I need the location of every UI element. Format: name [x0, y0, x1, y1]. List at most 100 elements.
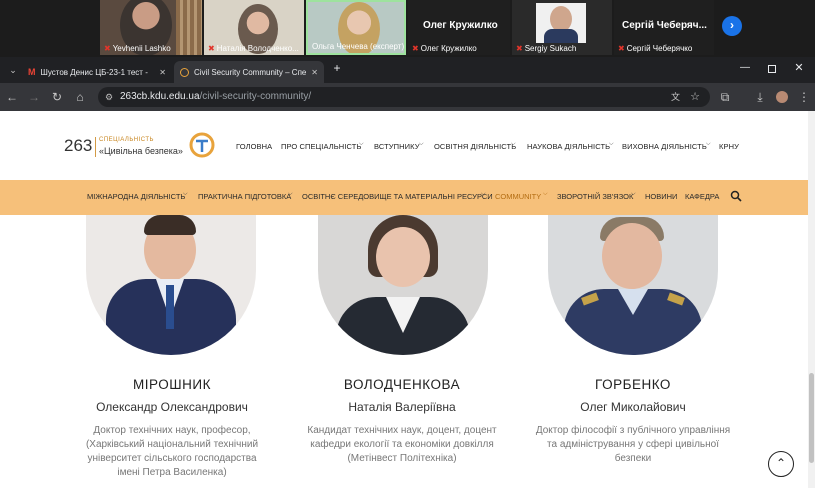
bio-line: (Метінвест Політехніка) — [347, 453, 457, 464]
participant-name: Наталія Володченко... — [216, 44, 299, 53]
scroll-to-top-button[interactable]: ⌃ — [768, 451, 794, 477]
chevron-down-icon: ⌵ — [288, 191, 293, 197]
participant-name: Ольга Ченчева (експерт) — [312, 42, 405, 51]
kebab-menu-icon[interactable]: ⋮ — [796, 89, 812, 105]
chevron-down-icon: ⌵ — [183, 191, 188, 197]
avatar[interactable] — [776, 91, 788, 103]
bookshelf — [176, 0, 202, 55]
bio-line: Доктор технічних наук, професор, — [93, 425, 251, 436]
site-icon — [180, 67, 189, 77]
chevron-right-icon[interactable]: › — [722, 16, 742, 36]
menu-upbringing[interactable]: ВИХОВНА ДІЯЛЬНІСТЬ — [622, 142, 707, 151]
close-window-icon[interactable]: ✕ — [792, 61, 806, 75]
menu-krnu[interactable]: КРНУ — [719, 142, 739, 151]
chevron-down-icon: ⌵ — [511, 141, 516, 147]
url-host: 263cb.kdu.edu.ua — [120, 91, 200, 102]
participant-tile[interactable]: ✖ Наталія Володченко... — [204, 0, 304, 55]
download-icon[interactable]: ⤓ — [752, 89, 768, 105]
browser-tab[interactable]: M Шустов Денис ЦБ-23-1 тест - ✕ — [22, 61, 172, 83]
site-logo[interactable]: 263 СПЕЦІАЛЬНІСТЬ «Цивільна безпека» — [64, 129, 216, 161]
bio-line: імені Петра Василенка) — [117, 467, 227, 478]
menu-education[interactable]: ОСВІТНЯ ДІЯЛЬНІСТЬ — [434, 142, 516, 151]
maximize-icon[interactable] — [768, 65, 776, 73]
video-call-strip: ✖ Yevhenii Lashko ✖ Наталія Володченко... … — [0, 0, 815, 57]
site-info-icon[interactable]: ⚙ — [105, 87, 113, 107]
person-photo — [318, 215, 488, 355]
participant-tile-active[interactable]: Ольга Ченчева (експерт) — [306, 0, 406, 55]
person-fullname: Наталія Валеріївна — [348, 400, 456, 414]
tab-title: Шустов Денис ЦБ-23-1 тест - — [40, 67, 148, 77]
mic-muted-icon: ✖ — [412, 44, 419, 53]
secondary-nav: МІЖНАРОДНА ДІЯЛЬНІСТЬ ⌵ ПРАКТИЧНА ПІДГОТ… — [0, 180, 808, 215]
menu-department[interactable]: КАФЕДРА — [685, 192, 719, 201]
menu-international[interactable]: МІЖНАРОДНА ДІЯЛЬНІСТЬ — [87, 192, 185, 201]
participant-name: Олег Кружилко — [420, 44, 477, 53]
translate-icon[interactable]: 文 — [671, 87, 680, 107]
bio-line: Доктор філософії з публічного управління — [535, 425, 731, 436]
mic-muted-icon: ✖ — [104, 44, 111, 53]
menu-home[interactable]: ГОЛОВНА — [236, 142, 272, 151]
tab-title: Civil Security Community – Спе — [194, 67, 307, 77]
participant-tile[interactable]: Сергій Чеберяч... ✖ Сергій Чеберячко — [614, 0, 714, 55]
bio-line: кафедри екології та економіки довкілля — [310, 439, 494, 450]
menu-community[interactable]: COMMUNITY — [495, 192, 541, 201]
tab-search-icon[interactable]: ⌄ — [6, 63, 20, 77]
bio-line: безпеки — [614, 453, 652, 464]
chevron-down-icon: ⌵ — [631, 191, 636, 197]
extensions-icon[interactable]: ⧉ — [717, 89, 733, 105]
close-icon[interactable]: ✕ — [311, 68, 318, 77]
participant-tile[interactable]: ✖ Yevhenii Lashko — [100, 0, 202, 55]
url-path: /civil-security-community/ — [199, 91, 312, 102]
chevron-down-icon: ⌵ — [609, 141, 614, 147]
back-arrow-icon[interactable]: ← — [4, 89, 20, 105]
address-bar[interactable]: ⚙ 263cb.kdu.edu.ua/civil-security-commun… — [98, 87, 710, 107]
participant-tile[interactable]: ✖ Sergiy Sukach — [512, 0, 612, 55]
chevron-down-icon: ⌵ — [543, 191, 548, 197]
minimize-icon[interactable]: — — [738, 62, 752, 76]
participant-name: Сергій Чеберячко — [626, 44, 693, 53]
person-fullname: Олег Миколайович — [580, 400, 686, 414]
logo-number: 263 — [64, 136, 93, 155]
participant-big-name: Сергій Чеберяч... — [622, 20, 707, 31]
menu-practice[interactable]: ПРАКТИЧНА ПІДГОТОВКА — [198, 192, 291, 201]
home-icon[interactable]: ⌂ — [72, 89, 88, 105]
menu-environment[interactable]: ОСВІТНЄ СЕРЕДОВИЩЕ ТА МАТЕРІАЛЬНІ РЕСУРС… — [302, 192, 493, 201]
participant-photo — [536, 3, 586, 43]
chevron-down-icon: ⌵ — [481, 191, 486, 197]
bio-line: (Харківський національний технічний — [85, 439, 259, 450]
browser-toolbar: ← → ↻ ⌂ ⚙ 263cb.kdu.edu.ua/civil-securit… — [0, 83, 815, 111]
browser-tab-active[interactable]: Civil Security Community – Спе ✕ — [174, 61, 324, 83]
logo-divider — [95, 137, 96, 157]
menu-science[interactable]: НАУКОВА ДІЯЛЬНІСТЬ — [527, 142, 610, 151]
scrollbar[interactable] — [808, 111, 815, 488]
chevron-down-icon: ⌵ — [706, 141, 711, 147]
search-icon[interactable] — [730, 189, 742, 202]
menu-feedback[interactable]: ЗВОРОТНІЙ ЗВ'ЯЗОК — [557, 192, 633, 201]
person-fullname: Олександр Олександрович — [96, 400, 248, 414]
participant-name: Sergiy Sukach — [524, 44, 577, 53]
logo-line2: «Цивільна безпека» — [99, 146, 183, 156]
menu-applicants[interactable]: ВСТУПНИКУ — [374, 142, 420, 151]
page-viewport: 263 СПЕЦІАЛЬНІСТЬ «Цивільна безпека» ГОЛ… — [0, 111, 815, 488]
bio-line: та адміністрування у сфері цивільної — [547, 439, 719, 450]
bio-line: університет сільського господарства — [87, 453, 257, 464]
mic-muted-icon: ✖ — [618, 44, 625, 53]
forward-arrow-icon[interactable]: → — [26, 89, 42, 105]
person-bio: Кандидат технічних наук, доцент, доцент … — [282, 424, 522, 466]
bookmark-star-icon[interactable]: ☆ — [690, 87, 700, 107]
menu-news[interactable]: НОВИНИ — [645, 192, 677, 201]
participant-big-name: Олег Кружилко — [423, 20, 498, 31]
menu-about[interactable]: ПРО СПЕЦІАЛЬНІСТЬ — [281, 142, 361, 151]
new-tab-button[interactable]: + — [330, 62, 344, 76]
person-surname: ВОЛОДЧЕНКОВА — [343, 377, 461, 392]
reload-icon[interactable]: ↻ — [49, 89, 65, 105]
chevron-down-icon: ⌵ — [419, 141, 424, 147]
close-icon[interactable]: ✕ — [159, 68, 166, 77]
mic-muted-icon: ✖ — [208, 44, 215, 53]
logo-emblem-icon — [189, 132, 215, 158]
person-bio: Доктор технічних наук, професор, (Харків… — [52, 424, 292, 480]
person-bio: Доктор філософії з публічного управління… — [513, 424, 753, 466]
participant-tile[interactable]: Олег Кружилко ✖ Олег Кружилко — [408, 0, 510, 55]
participant-name: Yevhenii Lashko — [112, 44, 171, 53]
scrollbar-thumb[interactable] — [809, 373, 814, 463]
